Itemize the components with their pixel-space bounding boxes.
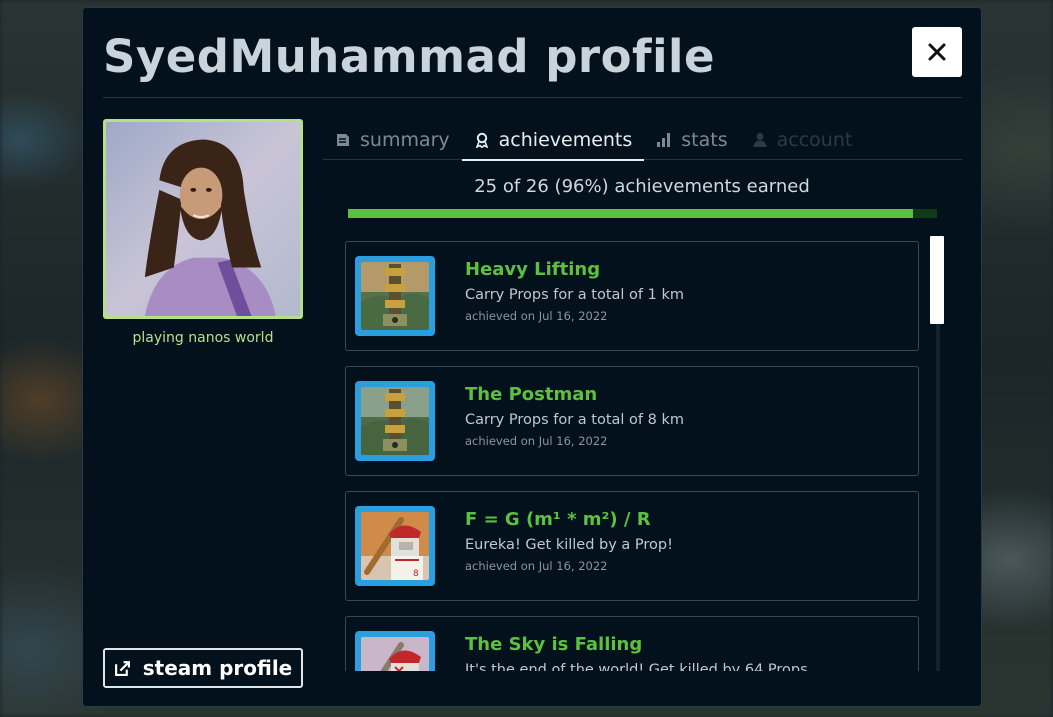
achievements-progress-bar bbox=[348, 209, 937, 218]
tab-summary[interactable]: summary bbox=[323, 120, 462, 160]
document-icon bbox=[337, 134, 349, 146]
award-icon bbox=[475, 132, 488, 148]
tab-account-label: account bbox=[776, 129, 853, 151]
achievement-description: It's the end of the world! Get killed by… bbox=[465, 662, 808, 671]
achievement-card: The Postman Carry Props for a total of 8… bbox=[345, 366, 919, 476]
achievement-name: The Sky is Falling bbox=[465, 634, 643, 655]
close-button[interactable] bbox=[912, 27, 962, 77]
tab-achievements-label: achievements bbox=[498, 129, 633, 151]
achievement-description: Carry Props for a total of 8 km bbox=[465, 412, 684, 428]
achievement-description: Eureka! Get killed by a Prop! bbox=[465, 537, 673, 553]
achievement-name: Heavy Lifting bbox=[465, 259, 601, 280]
tab-stats[interactable]: stats bbox=[644, 120, 739, 160]
achievement-date: achieved on Jul 16, 2022 bbox=[465, 309, 608, 323]
achievement-description: Carry Props for a total of 1 km bbox=[465, 287, 684, 303]
profile-modal: SyedMuhammad profile playing nanos world… bbox=[82, 7, 982, 707]
robot-stack-icon bbox=[355, 256, 435, 336]
tab-summary-label: summary bbox=[360, 129, 450, 151]
achievement-date: achieved on Jul 16, 2022 bbox=[465, 559, 608, 573]
bar-chart-icon bbox=[657, 133, 671, 147]
achievements-summary: 25 of 26 (96%) achievements earned bbox=[474, 176, 810, 197]
avatar-image bbox=[106, 122, 300, 316]
tab-stats-label: stats bbox=[681, 129, 728, 151]
achievement-name: F = G (m¹ * m²) / R bbox=[465, 509, 651, 530]
robot-stack-icon bbox=[355, 381, 435, 461]
steam-profile-button[interactable]: steam profile bbox=[103, 648, 303, 688]
external-link-icon bbox=[114, 660, 130, 676]
achievement-card: The Sky is Falling It's the end of the w… bbox=[345, 616, 919, 671]
achievement-card: Heavy Lifting Carry Props for a total of… bbox=[345, 241, 919, 351]
svg-text:8: 8 bbox=[413, 569, 419, 579]
baseball-player-icon bbox=[355, 631, 435, 671]
profile-tabs: summary achievements stats account bbox=[323, 120, 962, 161]
tab-achievements[interactable]: achievements bbox=[461, 120, 645, 161]
baseball-player-icon: 8 bbox=[355, 506, 435, 586]
achievement-list[interactable]: Heavy Lifting Carry Props for a total of… bbox=[345, 241, 920, 671]
achievement-name: The Postman bbox=[465, 384, 598, 405]
title-divider bbox=[103, 97, 962, 98]
tab-account: account bbox=[740, 120, 865, 160]
avatar bbox=[103, 119, 303, 319]
user-icon bbox=[753, 133, 767, 147]
achievement-date: achieved on Jul 16, 2022 bbox=[465, 434, 608, 448]
close-icon bbox=[928, 43, 946, 61]
achievement-card: 8 F = G (m¹ * m²) / R Eureka! Get killed… bbox=[345, 491, 919, 601]
page-title: SyedMuhammad profile bbox=[103, 30, 715, 83]
steam-profile-label: steam profile bbox=[142, 656, 293, 680]
scrollbar-thumb[interactable] bbox=[930, 236, 944, 324]
achievements-progress-fill bbox=[348, 209, 914, 218]
status-text: playing nanos world bbox=[132, 330, 274, 346]
